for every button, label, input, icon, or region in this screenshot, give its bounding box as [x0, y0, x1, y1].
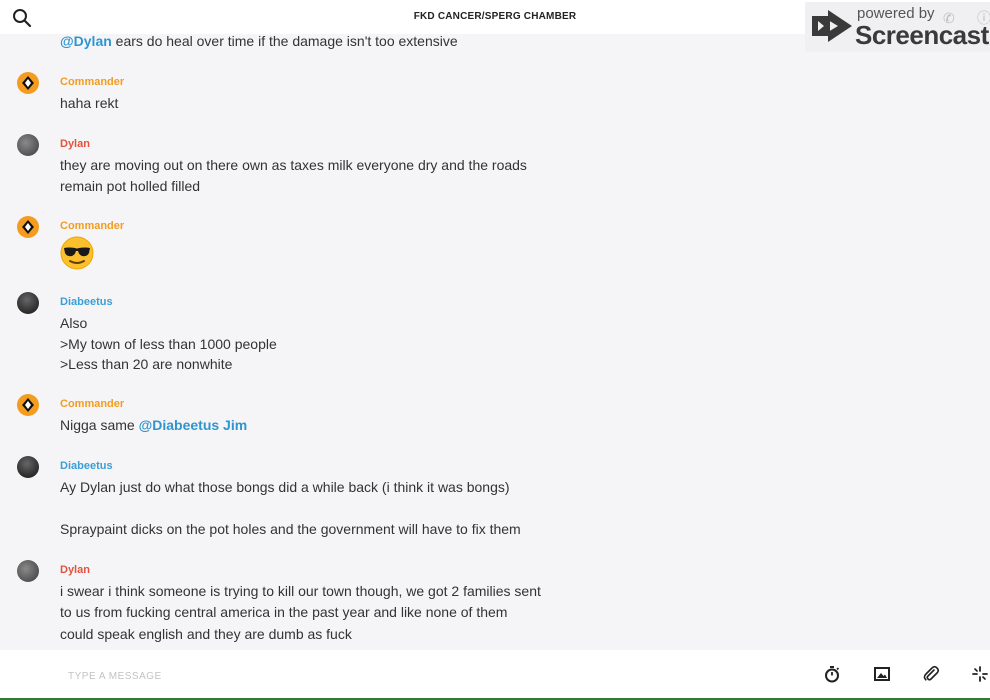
timer-icon[interactable] [823, 665, 841, 683]
avatar[interactable] [17, 456, 39, 478]
author-name[interactable]: Diabeetus [60, 460, 113, 472]
message-text: remain pot holled filled [60, 178, 201, 194]
phone-icon[interactable]: ✆ [943, 10, 955, 27]
mention-link[interactable]: @Diabeetus Jim [139, 417, 248, 433]
message-text: i swear i think someone is trying to kil… [60, 583, 541, 599]
message-text: to us from fucking central america in th… [60, 604, 508, 620]
info-icon[interactable]: ⓘ [977, 8, 990, 28]
message-text: Nigga same @Diabeetus Jim [60, 417, 248, 433]
author-name[interactable]: Diabeetus [60, 296, 113, 308]
message-text: could speak english and they are dumb as… [60, 626, 352, 642]
author-name[interactable]: Dylan [60, 564, 90, 576]
message-text: >My town of less than 1000 people [60, 336, 277, 352]
message-feed: @Dylan ears do heal over time if the dam… [0, 34, 990, 650]
author-name[interactable]: Dylan [60, 138, 90, 150]
author-name[interactable]: Commander [60, 220, 124, 232]
commander-diamond-icon [22, 220, 34, 234]
author-name[interactable]: Commander [60, 76, 124, 88]
message-text: they are moving out on there own as taxe… [60, 157, 527, 173]
message-text: Ay Dylan just do what those bongs did a … [60, 479, 510, 495]
screencastify-logo-icon [812, 10, 852, 42]
screencastify-watermark: powered by Screencastify ✆ ⓘ [805, 2, 990, 52]
paperclip-icon[interactable] [922, 665, 940, 683]
message-text: haha rekt [60, 95, 119, 111]
mention-link[interactable]: @Dylan [60, 34, 112, 49]
watermark-brand-text: Screencastify [855, 20, 990, 50]
commander-diamond-icon [22, 76, 34, 90]
avatar[interactable] [17, 134, 39, 156]
sunglasses-emoji [60, 236, 94, 270]
avatar[interactable] [17, 72, 39, 94]
composer-bar [0, 650, 990, 698]
message-text: @Dylan ears do heal over time if the dam… [60, 34, 458, 49]
avatar[interactable] [17, 292, 39, 314]
avatar[interactable] [17, 560, 39, 582]
message-text: >Less than 20 are nonwhite [60, 356, 233, 372]
commander-diamond-icon [22, 398, 34, 412]
image-icon[interactable] [873, 665, 891, 683]
sparkle-icon[interactable] [971, 665, 989, 683]
avatar[interactable] [17, 216, 39, 238]
message-text: Spraypaint dicks on the pot holes and th… [60, 521, 521, 537]
message-input[interactable] [66, 667, 670, 685]
author-name[interactable]: Commander [60, 398, 124, 410]
avatar[interactable] [17, 394, 39, 416]
message-text: Also [60, 315, 88, 331]
